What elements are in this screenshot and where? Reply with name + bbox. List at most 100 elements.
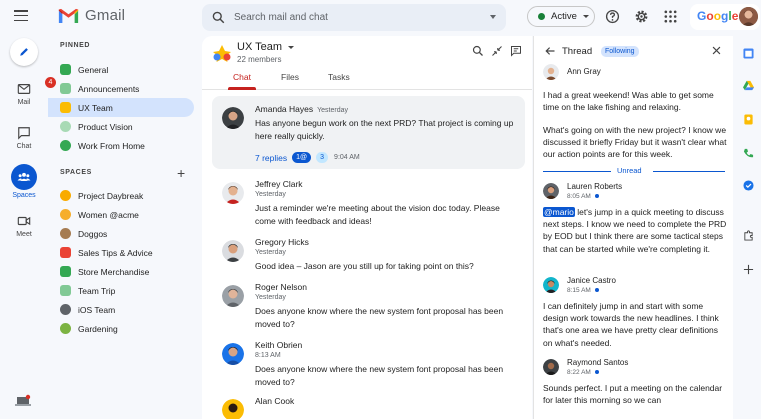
avatar[interactable] — [543, 359, 559, 375]
mention-tag[interactable]: @mario — [543, 207, 575, 217]
pinned-item-label: Announcements — [78, 83, 140, 94]
avatar[interactable] — [222, 399, 244, 419]
collapse-arrows-icon[interactable] — [491, 45, 503, 57]
rail-spaces[interactable]: Spaces — [0, 164, 48, 199]
main-menu-icon[interactable] — [14, 10, 28, 22]
thread-message-time: 8:22 AM — [567, 369, 599, 376]
pinned-item-product-vision[interactable]: Product Vision — [48, 117, 194, 136]
google-wordmark: Google — [697, 9, 738, 23]
search-input[interactable] — [234, 12, 474, 23]
space-item-label: Women @acme — [78, 209, 139, 220]
addons-icon[interactable] — [743, 230, 754, 241]
tab-chat[interactable]: Chat — [233, 72, 251, 82]
keep-icon[interactable] — [743, 114, 754, 125]
spaces-icon — [11, 164, 37, 190]
google-letter: o — [713, 9, 722, 23]
message-text: Good idea – Jason are you still up for t… — [255, 261, 474, 271]
message-author: Gregory Hicks — [255, 237, 309, 247]
room-avatar-icon — [213, 45, 231, 62]
video-camera-icon — [17, 214, 31, 228]
message-text: Has anyone begun work on the next PRD? T… — [255, 118, 514, 141]
message-time: Yesterday — [317, 107, 348, 114]
unread-dot — [594, 194, 599, 199]
add-app-icon[interactable] — [743, 264, 754, 275]
unread-divider: Unread — [543, 166, 725, 176]
space-item-label: iOS Team — [78, 304, 116, 315]
pinned-item-general[interactable]: General — [48, 60, 194, 79]
search-icon[interactable] — [472, 45, 484, 57]
account-avatar[interactable] — [739, 7, 758, 26]
unread-dot — [594, 288, 599, 293]
rail-mail[interactable]: 4 Mail — [0, 77, 56, 106]
space-item-team-trip[interactable]: Team Trip — [48, 281, 194, 300]
avatar[interactable] — [222, 343, 244, 365]
mention-count-chip: 1@ — [292, 152, 312, 163]
apps-grid-icon[interactable] — [663, 9, 678, 24]
avatar[interactable] — [543, 277, 559, 293]
message-author: Alan Cook — [255, 396, 295, 406]
search-bar[interactable] — [202, 4, 506, 31]
replies-link[interactable]: 7 replies — [255, 153, 287, 163]
space-item-label: Project Daybreak — [78, 190, 144, 201]
avatar[interactable] — [543, 64, 559, 80]
pinned-item-work-from-home[interactable]: Work From Home — [48, 136, 194, 155]
avatar[interactable] — [222, 107, 244, 129]
space-item-doggos[interactable]: Doggos — [48, 224, 194, 243]
status-selector[interactable]: Active — [527, 6, 595, 27]
tab-files[interactable]: Files — [281, 72, 299, 82]
space-item-ios-team[interactable]: iOS Team — [48, 300, 194, 319]
tab-tasks[interactable]: Tasks — [328, 72, 350, 82]
message-text: Does anyone know where the new system fo… — [255, 306, 504, 329]
space-item-label: Doggos — [78, 228, 108, 239]
space-item-project-daybreak[interactable]: Project Daybreak — [48, 186, 194, 205]
close-icon[interactable] — [711, 45, 722, 56]
back-arrow-icon[interactable] — [544, 45, 556, 57]
avatar[interactable] — [543, 183, 559, 199]
avatar[interactable] — [222, 285, 244, 307]
thread-message-time: 8:15 AM — [567, 287, 599, 294]
status-laptop-icon[interactable] — [14, 394, 32, 408]
help-icon[interactable] — [605, 9, 620, 24]
room-name[interactable]: UX Team — [237, 41, 282, 53]
thread-panel: Thread Following Ann Gray I had a great … — [533, 36, 733, 419]
avatar[interactable] — [222, 182, 244, 204]
drive-icon[interactable] — [743, 80, 754, 91]
room-members[interactable]: 22 members — [237, 55, 281, 64]
search-options-icon[interactable] — [490, 15, 496, 19]
space-item-store-merchandise[interactable]: Store Merchandise — [48, 262, 194, 281]
add-space-icon[interactable]: + — [177, 165, 185, 181]
gmail-logo[interactable]: Gmail — [58, 7, 125, 24]
message-time: 8:13 AM — [255, 352, 281, 359]
gmail-m-icon — [58, 8, 79, 23]
space-icon — [60, 190, 71, 201]
rail-chat[interactable]: Chat — [0, 126, 48, 150]
space-item-gardening[interactable]: Gardening — [48, 319, 194, 338]
pinned-item-announcements[interactable]: Announcements — [48, 79, 194, 98]
space-item-label: Gardening — [78, 323, 118, 334]
settings-gear-icon[interactable] — [634, 9, 649, 24]
phone-icon[interactable] — [743, 148, 754, 159]
thread-message-text: @mario let's jump in a quick meeting to … — [543, 206, 728, 255]
pinned-item-ux-team[interactable]: UX Team — [48, 98, 194, 117]
calendar-icon[interactable] — [743, 48, 754, 59]
app-rail: 4 Mail Chat Spaces Meet — [0, 34, 56, 419]
message-text: Just a reminder we're meeting about the … — [255, 203, 500, 226]
chat-bubble-icon — [17, 126, 31, 140]
thread-replies-summary[interactable]: 7 replies 1@ 3 9:04 AM — [255, 152, 360, 163]
avatar[interactable] — [222, 240, 244, 262]
following-chip[interactable]: Following — [601, 46, 639, 57]
message-time: Yesterday — [255, 294, 286, 301]
space-item-women-acme[interactable]: Women @acme — [48, 205, 194, 224]
threads-icon[interactable] — [510, 45, 522, 57]
rail-meet[interactable]: Meet — [0, 214, 48, 238]
tasks-icon[interactable] — [743, 180, 754, 191]
google-letter: o — [706, 9, 714, 23]
google-letter: e — [731, 9, 739, 23]
space-icon — [60, 247, 71, 258]
chevron-down-icon[interactable] — [288, 46, 294, 49]
pinned-item-label: General — [78, 64, 109, 75]
author-name: Amanda Hayes — [255, 104, 314, 114]
space-item-sales-tips[interactable]: Sales Tips & Advice — [48, 243, 194, 262]
pinned-item-label: Product Vision — [78, 121, 133, 132]
compose-button[interactable] — [10, 38, 38, 66]
